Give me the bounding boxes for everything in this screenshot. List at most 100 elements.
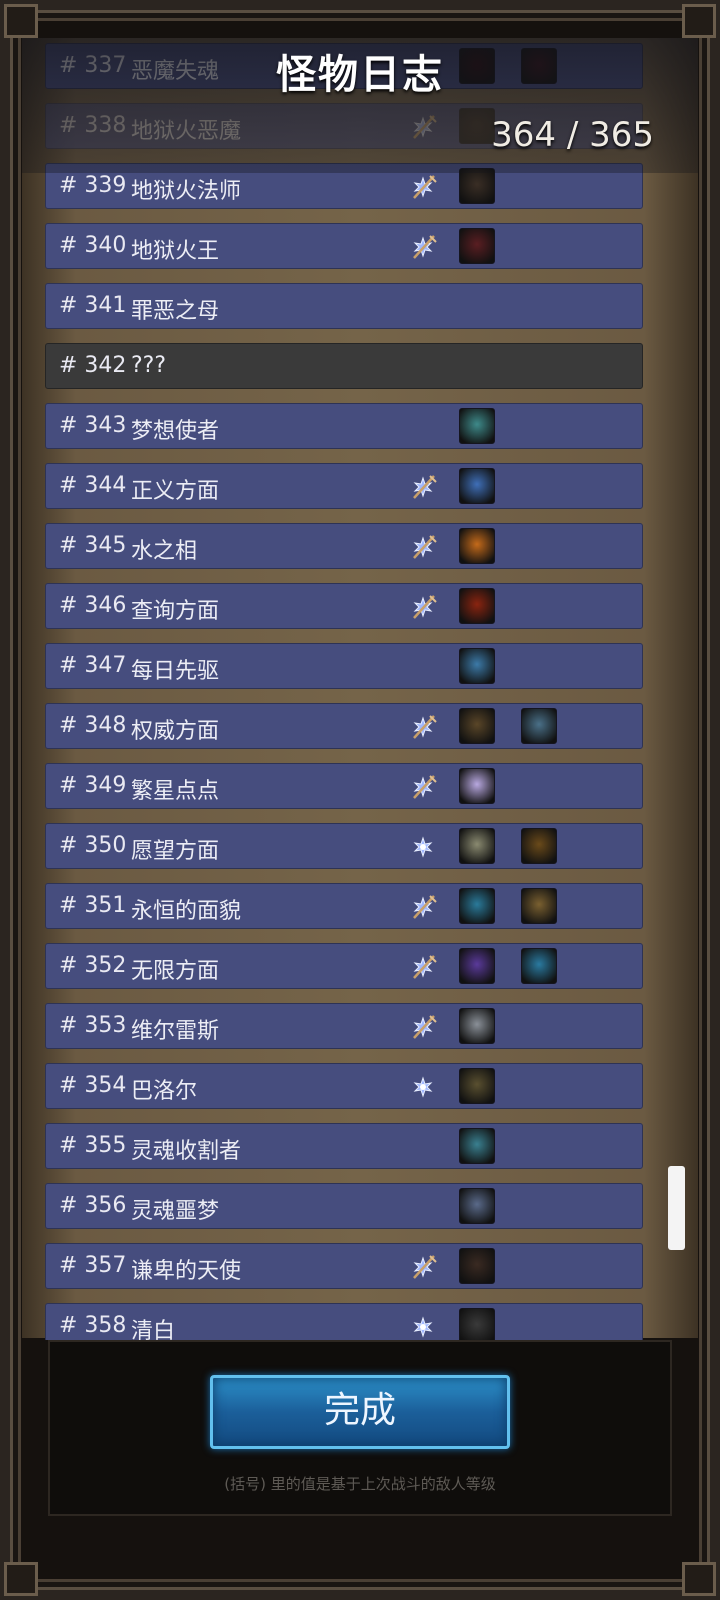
item-drop-icon[interactable] — [459, 708, 495, 744]
monster-number: # 358 — [59, 1313, 127, 1338]
monster-number: # 340 — [59, 233, 127, 258]
monster-number: # 345 — [59, 533, 127, 558]
item-drop-icon[interactable] — [459, 1308, 495, 1340]
monster-name: 权威方面 — [131, 719, 220, 744]
crossed-gem-icon — [408, 772, 438, 802]
monster-number: # 357 — [59, 1253, 127, 1278]
monster-row[interactable]: # 353 维尔雷斯 — [45, 1003, 643, 1049]
monster-name: 无限方面 — [131, 959, 220, 984]
crossed-gem-icon — [408, 592, 438, 622]
item-drop-icon[interactable] — [459, 408, 495, 444]
monster-name: 繁星点点 — [131, 779, 220, 804]
crossed-gem-icon — [408, 232, 438, 262]
monster-row[interactable]: # 340 地狱火王 — [45, 223, 643, 269]
gem-icon — [408, 1312, 438, 1340]
monster-number: # 350 — [59, 833, 127, 858]
monster-row[interactable]: # 352 无限方面 — [45, 943, 643, 989]
monster-row[interactable]: # 349 繁星点点 — [45, 763, 643, 809]
done-button[interactable]: 完成 — [210, 1375, 510, 1449]
frame-corner-ornament — [4, 1562, 38, 1596]
item-drop-icon[interactable] — [521, 828, 557, 864]
monster-name: 维尔雷斯 — [131, 1019, 220, 1044]
item-drop-icon[interactable] — [459, 828, 495, 864]
item-drop-icon[interactable] — [459, 1128, 495, 1164]
gem-icon — [408, 1072, 438, 1102]
monster-name: 水之相 — [131, 539, 198, 564]
monster-row[interactable]: # 356 灵魂噩梦 — [45, 1183, 643, 1229]
monster-row[interactable]: # 358 清白 — [45, 1303, 643, 1340]
monster-name: 谦卑的天使 — [131, 1259, 242, 1284]
monster-name: ??? — [131, 353, 167, 378]
monster-number: # 352 — [59, 953, 127, 978]
item-drop-icon[interactable] — [459, 168, 495, 204]
crossed-gem-icon — [408, 1012, 438, 1042]
monster-row[interactable]: # 354 巴洛尔 — [45, 1063, 643, 1109]
monster-row[interactable]: # 345 水之相 — [45, 523, 643, 569]
monster-number: # 348 — [59, 713, 127, 738]
monster-row[interactable]: # 342??? — [45, 343, 643, 389]
item-drop-icon[interactable] — [521, 708, 557, 744]
monster-name: 愿望方面 — [131, 839, 220, 864]
monster-row[interactable]: # 357 谦卑的天使 — [45, 1243, 643, 1289]
monster-row[interactable]: # 343 梦想使者 — [45, 403, 643, 449]
monster-row[interactable]: # 344 正义方面 — [45, 463, 643, 509]
monster-name: 巴洛尔 — [131, 1079, 198, 1104]
monster-number: # 344 — [59, 473, 127, 498]
monster-name: 查询方面 — [131, 599, 220, 624]
monster-number: # 356 — [59, 1193, 127, 1218]
monster-list[interactable]: # 337恶魔失魂# 338地狱火恶魔# 339地狱火法师# 340地狱火王# … — [45, 0, 645, 1340]
monster-number: # 353 — [59, 1013, 127, 1038]
monster-row[interactable]: # 346 查询方面 — [45, 583, 643, 629]
monster-name: 清白 — [131, 1319, 176, 1340]
monster-row[interactable]: # 348 权威方面 — [45, 703, 643, 749]
frame-corner-ornament — [682, 4, 716, 38]
monster-number: # 355 — [59, 1133, 127, 1158]
item-drop-icon[interactable] — [459, 768, 495, 804]
monster-row[interactable]: # 347 每日先驱 — [45, 643, 643, 689]
monster-name: 梦想使者 — [131, 419, 220, 444]
discovered-count: 364 / 365 — [491, 115, 654, 155]
monster-number: # 339 — [59, 173, 127, 198]
monster-name: 灵魂收割者 — [131, 1139, 242, 1164]
item-drop-icon[interactable] — [459, 468, 495, 504]
monster-row[interactable]: # 355 灵魂收割者 — [45, 1123, 643, 1169]
monster-number: # 346 — [59, 593, 127, 618]
footnote-text: (括号) 里的值是基于上次战斗的敌人等级 — [224, 1475, 496, 1493]
monster-name: 正义方面 — [131, 479, 220, 504]
monster-name: 地狱火王 — [131, 239, 220, 264]
monster-name: 每日先驱 — [131, 659, 220, 684]
monster-number: # 343 — [59, 413, 127, 438]
item-drop-icon[interactable] — [459, 1188, 495, 1224]
item-drop-icon[interactable] — [459, 228, 495, 264]
frame-corner-ornament — [682, 1562, 716, 1596]
monster-row[interactable]: # 351 永恒的面貌 — [45, 883, 643, 929]
monster-number: # 341 — [59, 293, 127, 318]
scrollbar-thumb[interactable] — [668, 1166, 685, 1250]
monster-name: 永恒的面貌 — [131, 899, 242, 924]
item-drop-icon[interactable] — [459, 588, 495, 624]
crossed-gem-icon — [408, 172, 438, 202]
crossed-gem-icon — [408, 1252, 438, 1282]
page-title: 怪物日志 — [276, 52, 444, 98]
crossed-gem-icon — [408, 712, 438, 742]
crossed-gem-icon — [408, 892, 438, 922]
item-drop-icon[interactable] — [459, 1008, 495, 1044]
monster-number: # 347 — [59, 653, 127, 678]
monster-number: # 354 — [59, 1073, 127, 1098]
crossed-gem-icon — [408, 472, 438, 502]
item-drop-icon[interactable] — [459, 888, 495, 924]
item-drop-icon[interactable] — [459, 648, 495, 684]
item-drop-icon[interactable] — [459, 1248, 495, 1284]
monster-name: 地狱火法师 — [131, 179, 242, 204]
monster-row[interactable]: # 341 罪恶之母 — [45, 283, 643, 329]
item-drop-icon[interactable] — [521, 888, 557, 924]
monster-number: # 349 — [59, 773, 127, 798]
item-drop-icon[interactable] — [459, 1068, 495, 1104]
monster-name: 灵魂噩梦 — [131, 1199, 220, 1224]
crossed-gem-icon — [408, 532, 438, 562]
item-drop-icon[interactable] — [459, 948, 495, 984]
monster-number: # 342 — [59, 353, 127, 378]
item-drop-icon[interactable] — [521, 948, 557, 984]
item-drop-icon[interactable] — [459, 528, 495, 564]
monster-row[interactable]: # 350 愿望方面 — [45, 823, 643, 869]
